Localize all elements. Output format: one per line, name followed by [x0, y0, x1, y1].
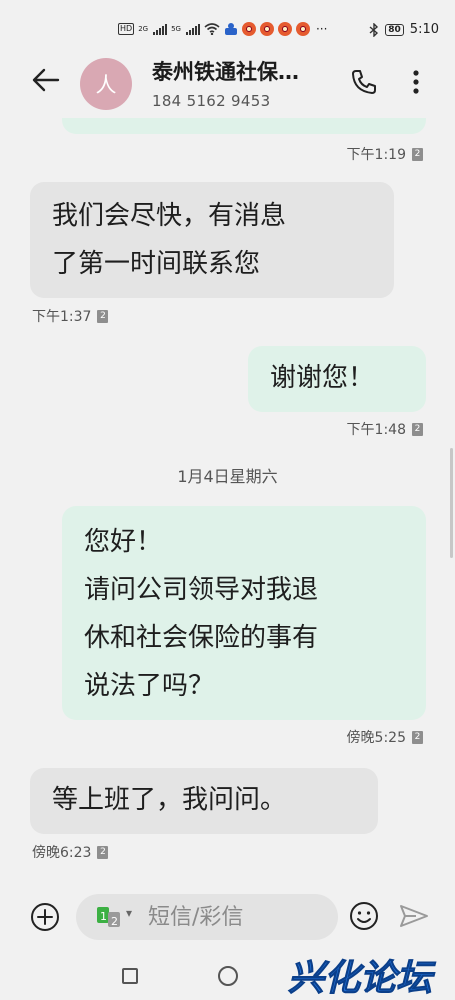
- weibo-icon: [277, 22, 292, 36]
- sim-selector-2: 2: [111, 915, 118, 928]
- contact-name[interactable]: 泰州铁通社保…: [152, 56, 299, 86]
- phone-call-icon[interactable]: [348, 66, 380, 98]
- scrollbar[interactable]: [450, 448, 453, 558]
- clock: 5:10: [409, 22, 439, 37]
- send-icon[interactable]: [398, 900, 430, 932]
- status-icons-left: HD 2G 5G ···: [118, 22, 327, 36]
- weibo-icon: [259, 22, 274, 36]
- signal-icon: [185, 23, 200, 35]
- sim-selector-1: 1: [100, 910, 107, 923]
- system-navigation-bar: 兴化论坛: [0, 952, 455, 1000]
- status-icons-right: 80 5:10: [369, 22, 439, 37]
- hd-icon: HD: [118, 23, 135, 35]
- message-line: 谢谢您！: [270, 363, 375, 393]
- forum-watermark-logo: 兴化论坛: [288, 958, 437, 999]
- back-arrow-icon[interactable]: [30, 64, 62, 96]
- message-timestamp: 下午1:19 2: [347, 144, 423, 164]
- sim-card-icon: 2: [412, 422, 423, 436]
- message-timestamp: 傍晚5:25 2: [347, 727, 423, 747]
- contact-number: 184 5162 9453: [152, 92, 271, 110]
- sim-card-icon: 2: [412, 147, 423, 161]
- bluetooth-icon: [369, 22, 379, 37]
- message-timestamp: 下午1:48 2: [347, 419, 423, 439]
- conversation-header: 人 泰州铁通社保… 184 5162 9453: [0, 44, 455, 118]
- battery-icon: 80: [385, 23, 404, 36]
- add-attachment-icon[interactable]: [30, 902, 60, 932]
- message-line: 等上班了，我问问。: [52, 785, 287, 815]
- watermark-text: 兴化论坛: [288, 958, 436, 998]
- status-bar: HD 2G 5G ··· 80 5:10: [0, 0, 455, 44]
- sim-card-icon: 2: [97, 309, 109, 323]
- message-input[interactable]: [148, 894, 328, 940]
- message-line: 我们会尽快，有消息: [52, 201, 287, 231]
- more-options-icon[interactable]: [404, 66, 428, 98]
- home-button[interactable]: [218, 966, 238, 986]
- sim-card-icon: 2: [97, 845, 109, 859]
- message-bubble-incoming[interactable]: 等上班了，我问问。: [30, 768, 378, 834]
- message-timestamp: 傍晚6:23 2: [32, 842, 109, 862]
- weibo-icon: [241, 22, 256, 36]
- more-notifications-icon: ···: [315, 22, 328, 36]
- date-separator: 1月4日星期六: [177, 467, 278, 486]
- message-line: 了第一时间联系您: [52, 249, 261, 279]
- signal-icon: [153, 23, 168, 35]
- sim1-network-label: 2G: [138, 24, 149, 33]
- app-notification-icon: [224, 23, 237, 35]
- avatar-letter: 人: [95, 73, 117, 97]
- message-line: 请问公司领导对我退: [84, 575, 319, 605]
- emoji-icon[interactable]: [348, 900, 380, 932]
- message-line: 您好！: [84, 527, 163, 557]
- message-thread[interactable]: 下午1:19 2 我们会尽快，有消息 了第一时间联系您 下午1:37 2 谢谢您！ …: [0, 118, 455, 880]
- sim2-network-label: 5G: [171, 24, 181, 33]
- contact-avatar[interactable]: 人: [80, 58, 132, 110]
- message-bubble-incoming[interactable]: 我们会尽快，有消息 了第一时间联系您: [30, 182, 394, 298]
- weibo-icon: [295, 22, 310, 36]
- sim-selector-icon[interactable]: 1 2: [96, 906, 124, 928]
- message-line: 休和社会保险的事有: [84, 623, 319, 653]
- message-bubble-outgoing[interactable]: [62, 118, 426, 134]
- sim-card-icon: 2: [412, 730, 423, 744]
- wifi-icon: [204, 23, 220, 35]
- message-bubble-outgoing[interactable]: 谢谢您！: [248, 346, 426, 412]
- chevron-down-icon[interactable]: ▾: [126, 906, 132, 920]
- message-line: 说法了吗？: [84, 671, 215, 701]
- message-input-container[interactable]: 1 2 ▾: [76, 894, 338, 940]
- message-composer: 1 2 ▾: [0, 880, 455, 952]
- message-bubble-outgoing[interactable]: 您好！ 请问公司领导对我退 休和社会保险的事有 说法了吗？: [62, 506, 426, 720]
- recent-apps-button[interactable]: [122, 968, 138, 984]
- message-timestamp: 下午1:37 2: [32, 306, 109, 326]
